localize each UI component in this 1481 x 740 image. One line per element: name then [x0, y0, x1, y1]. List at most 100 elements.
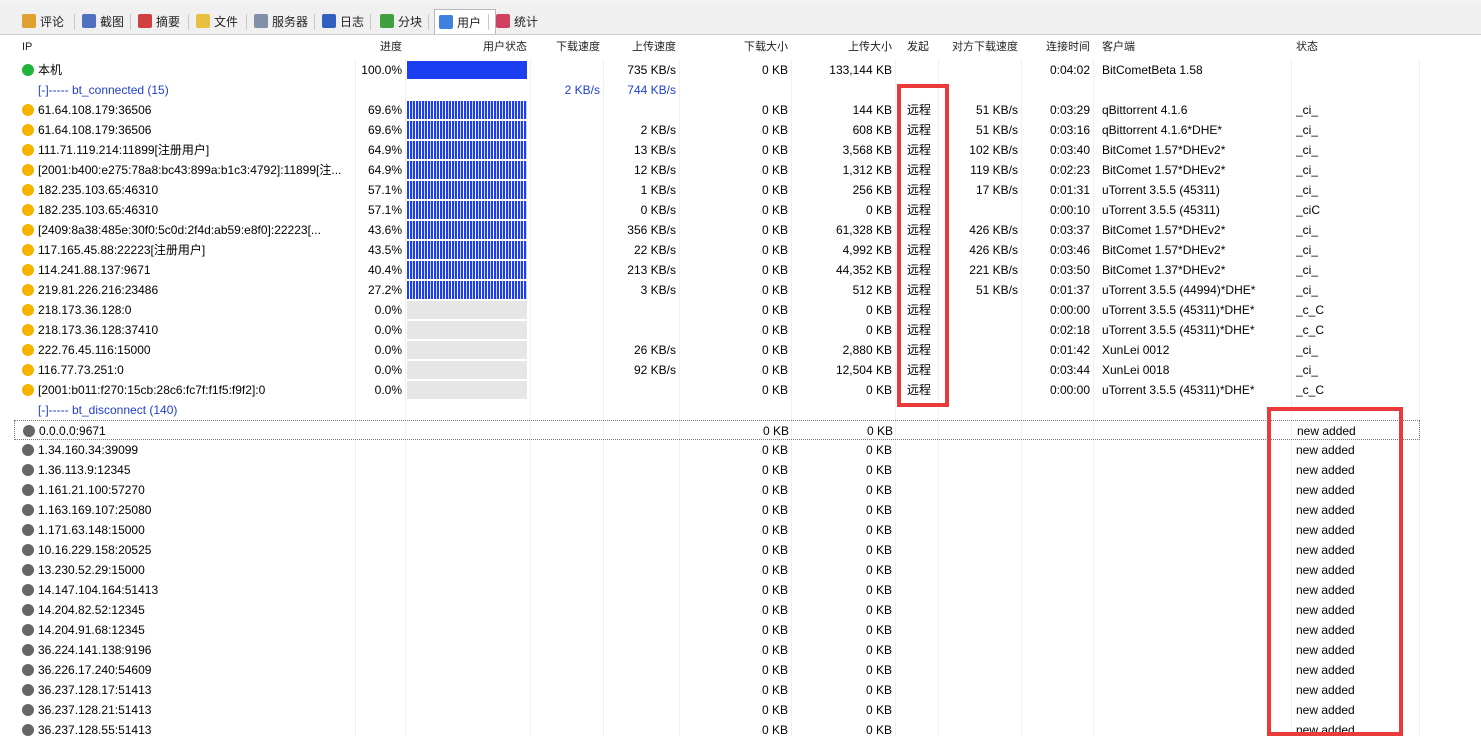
cell-upload-speed	[604, 300, 676, 320]
cell-upload-size: 61,328 KB	[835, 223, 892, 237]
column-header-progress[interactable]: 进度	[352, 35, 402, 59]
cell-ip: 218.173.36.128:0	[38, 303, 132, 317]
cell-progress	[352, 540, 402, 560]
peer-row[interactable]: 10.16.229.158:20525 0 KB 0 KB new added	[14, 540, 1420, 560]
cell-upload-size: 4,992 KB	[842, 243, 892, 257]
peer-row[interactable]: 219.81.226.216:23486 27.2% 3 KB/s 0 KB 512 K…	[14, 280, 1420, 300]
tab-screenshot[interactable]: 截图	[78, 10, 136, 32]
cell-upload-speed	[604, 520, 676, 540]
progress-bar	[407, 121, 527, 139]
cell-client: uTorrent 3.5.5 (45311)*DHE*	[1102, 383, 1255, 397]
cell-progress	[352, 500, 402, 520]
peer-row[interactable]: 182.235.103.65:46310 57.1% 0 KB/s 0 KB 0 KB 远…	[14, 200, 1420, 220]
column-header-user-state[interactable]: 用户状态	[407, 35, 527, 59]
peer-row[interactable]: 111.71.119.214:11899[注册用户] 64.9% 13 KB/s 0 …	[14, 140, 1420, 160]
tab-summary[interactable]: 摘要	[134, 10, 194, 32]
peer-row[interactable]: 61.64.108.179:36506 69.6% 2 KB/s 0 KB 608 KB…	[14, 120, 1420, 140]
cell-progress: 40.4%	[367, 263, 402, 277]
cell-connect-time	[1022, 480, 1090, 500]
peer-row[interactable]: [2001:b400:e275:78a8:bc43:899a:b1c3:4792…	[14, 160, 1420, 180]
peer-row[interactable]: 61.64.108.179:36506 69.6% 0 KB 144 KB 远程 51 K…	[14, 100, 1420, 120]
peer-row[interactable]: 36.224.141.138:9196 0 KB 0 KB new added	[14, 640, 1420, 660]
tab-pieces[interactable]: 分块	[376, 10, 434, 32]
cell-client	[1102, 600, 1288, 620]
cell-client: BitComet 1.57*DHEv2*	[1102, 243, 1226, 257]
tab-server[interactable]: 服务器	[250, 10, 320, 32]
log-icon	[322, 14, 336, 28]
group-toggle[interactable]: [-]----- bt_disconnect (140)	[38, 400, 338, 420]
peer-row[interactable]: 36.226.17.240:54609 0 KB 0 KB new added	[14, 660, 1420, 680]
cell-progress	[352, 720, 402, 740]
progress-bar	[407, 261, 527, 279]
peer-row[interactable]: 182.235.103.65:46310 57.1% 1 KB/s 0 KB 256 K…	[14, 180, 1420, 200]
cell-status: _ci_	[1296, 163, 1319, 177]
column-header-status[interactable]: 状态	[1296, 35, 1416, 59]
cell-client	[1102, 580, 1288, 600]
tab-user[interactable]: 用户	[434, 9, 496, 34]
cell-progress: 69.6%	[367, 103, 402, 117]
peer-row[interactable]: 117.165.45.88:22223[注册用户] 43.5% 22 KB/s 0 K…	[14, 240, 1420, 260]
column-header-ip[interactable]: IP	[22, 35, 352, 59]
peer-row[interactable]: 116.77.73.251:0 0.0% 92 KB/s 0 KB 12,504 KB 远…	[14, 360, 1420, 380]
column-header-download-speed[interactable]: 下载速度	[528, 35, 600, 59]
peer-row[interactable]: 14.204.91.68:12345 0 KB 0 KB new added	[14, 620, 1420, 640]
peer-row[interactable]: 218.173.36.128:0 0.0% 0 KB 0 KB 远程 0:00:00 uTo…	[14, 300, 1420, 320]
column-header-connect-time[interactable]: 连接时间	[1022, 35, 1090, 59]
group-row[interactable]: [-]----- bt_disconnect (140)	[14, 400, 1420, 420]
tab-stats[interactable]: 统计	[492, 10, 552, 32]
peer-row[interactable]: 0.0.0.0:9671 0 KB 0 KB new added	[14, 420, 1420, 440]
tab-comment[interactable]: 评论	[18, 10, 80, 32]
cell-connect-time	[1022, 600, 1090, 620]
peer-row[interactable]: 36.237.128.55:51413 0 KB 0 KB new added	[14, 720, 1420, 740]
peer-row[interactable]: 36.237.128.17:51413 0 KB 0 KB new added	[14, 680, 1420, 700]
cell-initiator	[907, 480, 935, 500]
cell-peer-download-speed	[940, 460, 1018, 480]
progress-bar	[407, 181, 527, 199]
cell-upload-speed: 13 KB/s	[633, 143, 676, 157]
peer-row[interactable]: 1.163.169.107:25080 0 KB 0 KB new added	[14, 500, 1420, 520]
peer-row[interactable]: 14.204.82.52:12345 0 KB 0 KB new added	[14, 600, 1420, 620]
cell-client: BitComet 1.57*DHEv2*	[1102, 143, 1226, 157]
cell-client	[1102, 440, 1288, 460]
group-toggle[interactable]: [-]----- bt_connected (15)	[38, 80, 338, 100]
peer-row[interactable]: 1.171.63.148:15000 0 KB 0 KB new added	[14, 520, 1420, 540]
cell-download-speed	[528, 340, 600, 360]
peer-row[interactable]: [2409:8a38:485e:30f0:5c0d:2f4d:ab59:e8f0…	[14, 220, 1420, 240]
column-header-download-size[interactable]: 下载大小	[680, 35, 788, 59]
column-header-peer-download-speed[interactable]: 对方下载速度	[940, 35, 1018, 59]
tab-file[interactable]: 文件	[192, 10, 252, 32]
peer-row[interactable]: 222.76.45.116:15000 0.0% 26 KB/s 0 KB 2,880 …	[14, 340, 1420, 360]
column-header-client[interactable]: 客户端	[1102, 35, 1288, 59]
column-header-upload-speed[interactable]: 上传速度	[604, 35, 676, 59]
peer-row[interactable]: [2001:b011:f270:15cb:28c6:fc7f:f1f5:f9f2…	[14, 380, 1420, 400]
group-row[interactable]: [-]----- bt_connected (15) 2 KB/s 744 KB/s	[14, 80, 1420, 100]
cell-upload-size: 0 KB	[865, 483, 892, 497]
cell-download-speed	[528, 660, 600, 680]
peer-row[interactable]: 本机 100.0% 735 KB/s 0 KB 133,144 KB 0:04:02 Bit…	[14, 60, 1420, 80]
progress-bar	[407, 281, 527, 299]
column-header-initiator[interactable]: 发起	[907, 35, 935, 59]
cell-upload-size: 12,504 KB	[835, 363, 892, 377]
peer-row[interactable]: 114.241.88.137:9671 40.4% 213 KB/s 0 KB 44,3…	[14, 260, 1420, 280]
connected-peer-icon	[22, 184, 34, 196]
cell-download-speed	[528, 240, 600, 260]
tab-log[interactable]: 日志	[318, 10, 376, 32]
cell-initiator	[907, 460, 935, 480]
column-header-upload-size[interactable]: 上传大小	[792, 35, 892, 59]
cell-progress: 43.5%	[367, 243, 402, 257]
cell-upload-size: 3,568 KB	[842, 143, 892, 157]
cell-download-speed	[528, 320, 600, 340]
cell-peer-download-speed: 17 KB/s	[975, 183, 1018, 197]
peer-row[interactable]: 14.147.104.164:51413 0 KB 0 KB new added	[14, 580, 1420, 600]
peer-row[interactable]: 13.230.52.29:15000 0 KB 0 KB new added	[14, 560, 1420, 580]
cell-upload-size: 0 KB	[865, 683, 892, 697]
peer-row[interactable]: 36.237.128.21:51413 0 KB 0 KB new added	[14, 700, 1420, 720]
cell-download-size: 0 KB	[761, 383, 788, 397]
peer-row[interactable]: 1.161.21.100:57270 0 KB 0 KB new added	[14, 480, 1420, 500]
peer-row[interactable]: 1.34.160.34:39099 0 KB 0 KB new added	[14, 440, 1420, 460]
peer-row[interactable]: 218.173.36.128:37410 0.0% 0 KB 0 KB 远程 0:02:1…	[14, 320, 1420, 340]
cell-ip: 1.161.21.100:57270	[38, 483, 145, 497]
cell-client: uTorrent 3.5.5 (45311)	[1102, 203, 1220, 217]
group-upload-speed: 744 KB/s	[627, 83, 676, 97]
peer-row[interactable]: 1.36.113.9:12345 0 KB 0 KB new added	[14, 460, 1420, 480]
